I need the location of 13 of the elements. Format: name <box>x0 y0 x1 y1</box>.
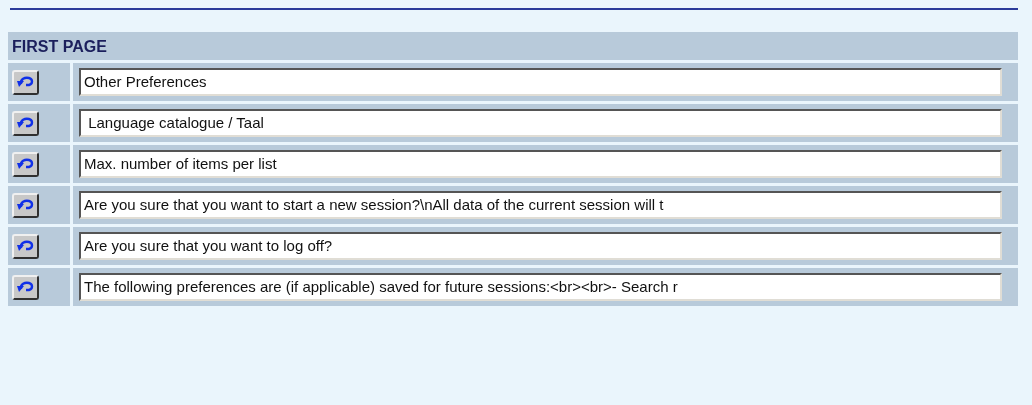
undo-button[interactable] <box>12 69 39 95</box>
text-field[interactable]: Are you sure that you want to start a new session?\nAll data of the current session will t <box>79 191 1002 219</box>
undo-button[interactable] <box>12 110 39 136</box>
text-field[interactable]: Are you sure that you want to log off? <box>79 232 1002 260</box>
text-field[interactable]: Language catalogue / Taal <box>79 109 1002 137</box>
section-header: FIRST PAGE <box>8 32 1018 60</box>
undo-button[interactable] <box>12 151 39 177</box>
undo-button[interactable] <box>12 233 39 259</box>
text-field[interactable]: The following preferences are (if applicable) saved for future sessions:<br><br>- Search r <box>79 273 1002 301</box>
text-field[interactable]: Other Preferences <box>79 68 1002 96</box>
undo-button[interactable] <box>12 274 39 300</box>
undo-button[interactable] <box>12 192 39 218</box>
text-field[interactable]: Max. number of items per list <box>79 150 1002 178</box>
